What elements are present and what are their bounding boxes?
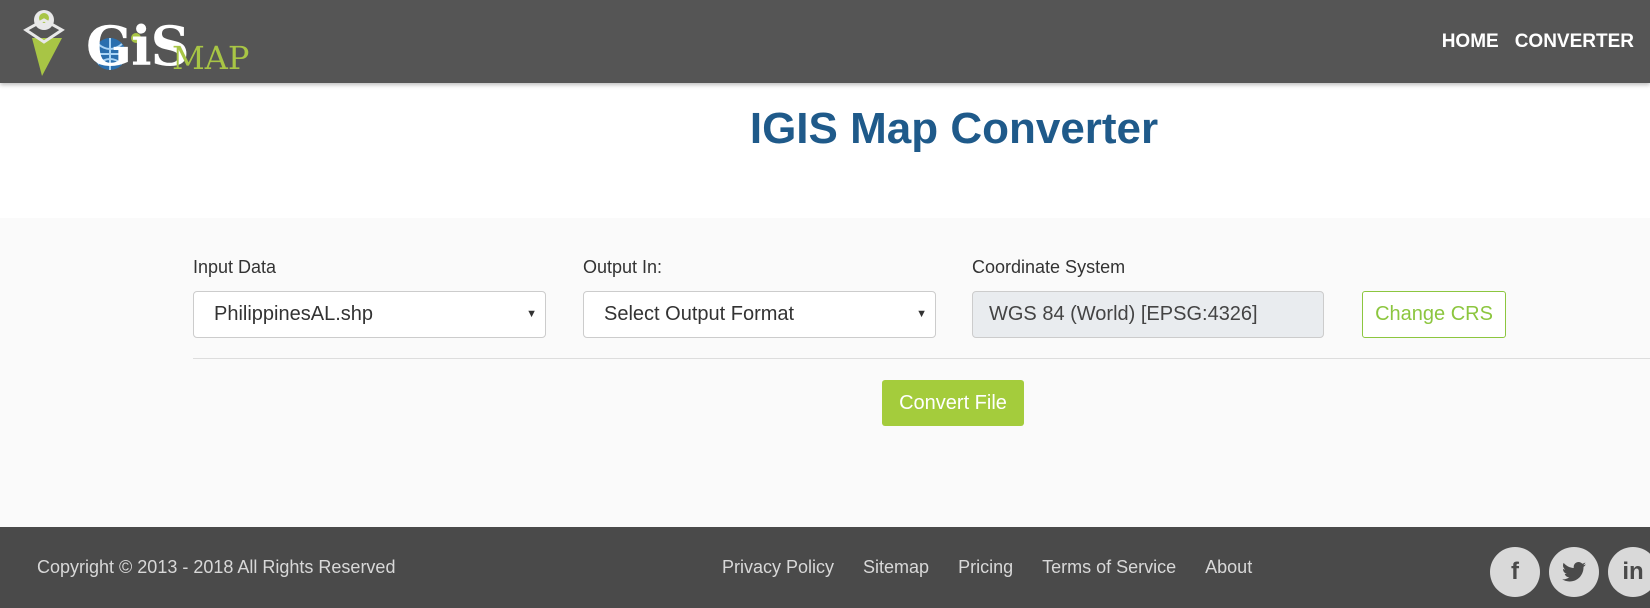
copyright-text: Copyright © 2013 - 2018 All Rights Reser… [37,557,396,577]
coordinate-system-label: Coordinate System [972,257,1126,277]
output-format-label: Output In: [583,257,663,277]
twitter-bird-icon [1562,562,1586,582]
footer-link-about[interactable]: About [1205,557,1252,578]
main-nav: HOME CONVERTER [1442,0,1650,83]
change-crs-button[interactable]: Change CRS [1362,291,1506,338]
converter-form: Input Data PhilippinesAL.shp ▼ Output In… [0,218,1650,527]
logo-subtext: MAP [172,39,250,77]
igis-map-logo[interactable]: GiS MAP [20,2,260,82]
output-format-value: Select Output Format [604,303,795,325]
input-data-value: PhilippinesAL.shp [214,303,373,325]
page-title: IGIS Map Converter [749,104,1159,153]
footer-links: Privacy Policy Sitemap Pricing Terms of … [722,527,1281,608]
twitter-icon[interactable] [1549,547,1599,597]
output-format-select[interactable]: Select Output Format ▼ [583,291,936,338]
footer-link-sitemap[interactable]: Sitemap [863,557,929,578]
footer-link-terms-of-service[interactable]: Terms of Service [1042,557,1176,578]
coordinate-system-value: WGS 84 (World) [EPSG:4326] [989,303,1258,325]
caret-down-icon: ▼ [526,308,537,320]
coordinate-system-field: WGS 84 (World) [EPSG:4326] [972,291,1324,338]
site-footer: Copyright © 2013 - 2018 All Rights Reser… [0,527,1650,608]
footer-link-pricing[interactable]: Pricing [958,557,1013,578]
facebook-icon[interactable]: f [1490,547,1540,597]
caret-down-icon: ▼ [916,308,927,320]
nav-converter[interactable]: CONVERTER [1515,31,1634,53]
convert-file-button[interactable]: Convert File [882,380,1024,426]
input-data-label: Input Data [193,257,277,277]
footer-link-privacy-policy[interactable]: Privacy Policy [722,557,834,578]
linkedin-icon[interactable]: in [1608,547,1650,597]
site-header: GiS MAP HOME CONVERTER [0,0,1650,83]
nav-home[interactable]: HOME [1442,31,1499,53]
input-data-select[interactable]: PhilippinesAL.shp ▼ [193,291,546,338]
form-divider [193,358,1650,359]
